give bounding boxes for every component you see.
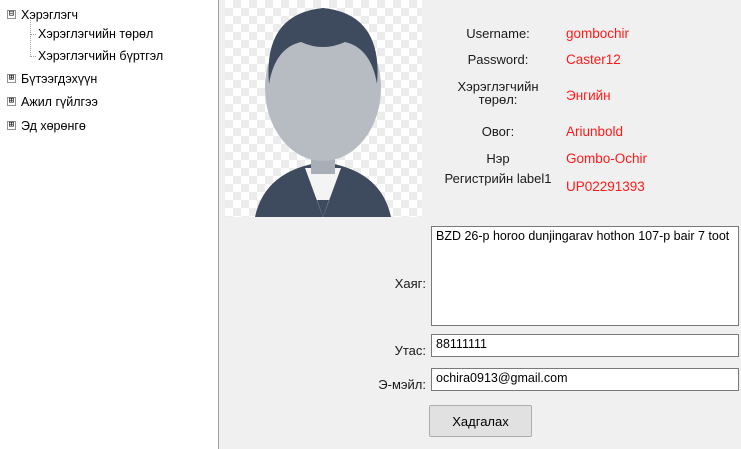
user-type-value: Энгийн	[566, 88, 611, 103]
expand-icon[interactable]: ⊞	[7, 74, 16, 83]
expand-icon[interactable]: ⊞	[7, 97, 16, 106]
tree-connector	[30, 17, 31, 57]
address-textarea[interactable]: BZD 26-р horoo dunjingarav hothon 107-р …	[431, 226, 739, 326]
phone-input[interactable]: 88111111	[431, 334, 739, 357]
email-input[interactable]: ochira0913@gmail.com	[431, 368, 739, 391]
tree-connector	[30, 34, 36, 35]
phone-label: Утас:	[394, 343, 426, 358]
username-label: Username:	[466, 26, 530, 41]
username-value: gombochir	[566, 26, 630, 41]
last-name-label: Овог:	[481, 124, 515, 139]
last-name-value: Ariunbold	[566, 124, 624, 139]
profile-photo	[225, 0, 422, 217]
collapse-icon[interactable]: ⊟	[7, 10, 16, 19]
tree-node-label: Эд хөрөнгө	[21, 119, 86, 133]
user-silhouette-icon	[255, 8, 391, 217]
tree-node-label: Ажил гүйлгээ	[21, 95, 98, 109]
password-label: Password:	[467, 52, 529, 67]
register-value: UP02291393	[566, 179, 645, 194]
first-name-value: Gombo-Ochir	[566, 151, 648, 166]
expand-icon[interactable]: ⊞	[7, 121, 16, 130]
tree-connector	[30, 56, 36, 57]
tree-node-label: Бүтээгдэхүүн	[21, 72, 98, 86]
address-label: Хаяг:	[394, 276, 426, 291]
tree-node-label: Хэрэглэгчийн бүртгэл	[38, 49, 164, 63]
tree-node-label: Хэрэглэгчийн төрөл	[38, 27, 154, 41]
first-name-label: Нэр	[486, 151, 510, 166]
navigation-tree: ⊟ Хэрэглэгч Хэрэглэгчийн төрөл Хэрэглэгч…	[0, 0, 219, 449]
tree-node-label: Хэрэглэгч	[21, 8, 79, 22]
register-label: Регистрийн label1	[444, 171, 552, 186]
user-type-label: Хэрэглэгчийн төрөл:	[457, 79, 539, 107]
password-value: Caster12	[566, 52, 621, 67]
email-label: Э-мэйл:	[378, 377, 426, 392]
save-button[interactable]: Хадгалах	[429, 405, 532, 437]
